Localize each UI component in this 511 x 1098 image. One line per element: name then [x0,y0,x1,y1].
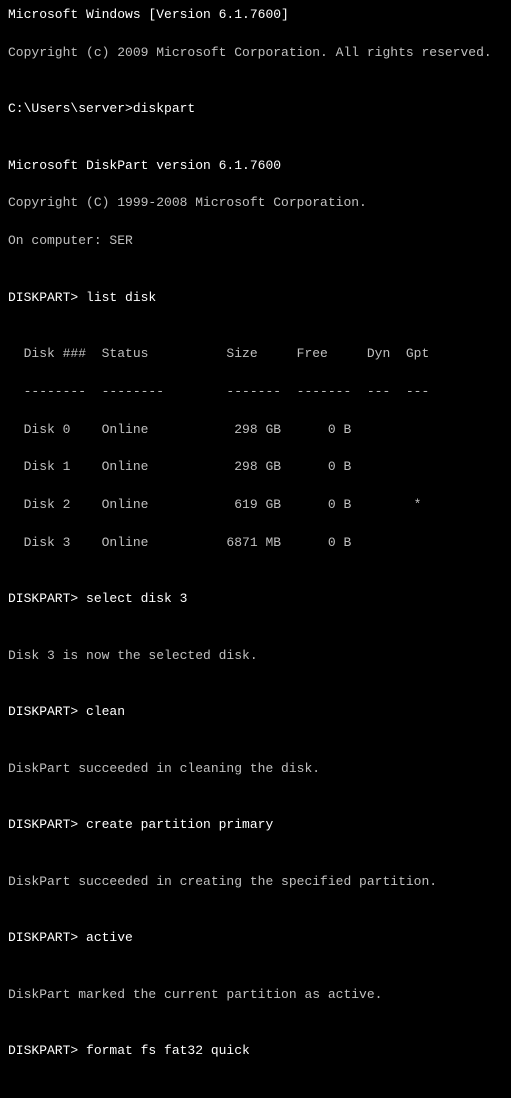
terminal-line-18: DISKPART> select disk 3 [8,590,503,609]
terminal-line-15: Disk 2 Online 619 GB 0 B * [8,496,503,515]
terminal-line-11: Disk ### Status Size Free Dyn Gpt [8,345,503,364]
terminal-line-20: Disk 3 is now the selected disk. [8,647,503,666]
terminal-line-28: DiskPart succeeded in creating the speci… [8,873,503,892]
terminal-window: Microsoft Windows [Version 6.1.7600] Cop… [8,6,503,1098]
terminal-line-14: Disk 1 Online 298 GB 0 B [8,458,503,477]
terminal-line-9: DISKPART> list disk [8,289,503,308]
terminal-line-22: DISKPART> clean [8,703,503,722]
terminal-line-1: Copyright (c) 2009 Microsoft Corporation… [8,44,503,63]
terminal-line-30: DISKPART> active [8,929,503,948]
terminal-line-32: DiskPart marked the current partition as… [8,986,503,1005]
terminal-line-7: On computer: SER [8,232,503,251]
terminal-line-34: DISKPART> format fs fat32 quick [8,1042,503,1061]
terminal-line-26: DISKPART> create partition primary [8,816,503,835]
terminal-line-16: Disk 3 Online 6871 MB 0 B [8,534,503,553]
terminal-line-0: Microsoft Windows [Version 6.1.7600] [8,6,503,25]
terminal-line-5: Microsoft DiskPart version 6.1.7600 [8,157,503,176]
terminal-line-6: Copyright (C) 1999-2008 Microsoft Corpor… [8,194,503,213]
terminal-line-24: DiskPart succeeded in cleaning the disk. [8,760,503,779]
terminal-line-13: Disk 0 Online 298 GB 0 B [8,421,503,440]
terminal-line-12: -------- -------- ------- ------- --- --… [8,383,503,402]
terminal-line-3: C:\Users\server>diskpart [8,100,503,119]
